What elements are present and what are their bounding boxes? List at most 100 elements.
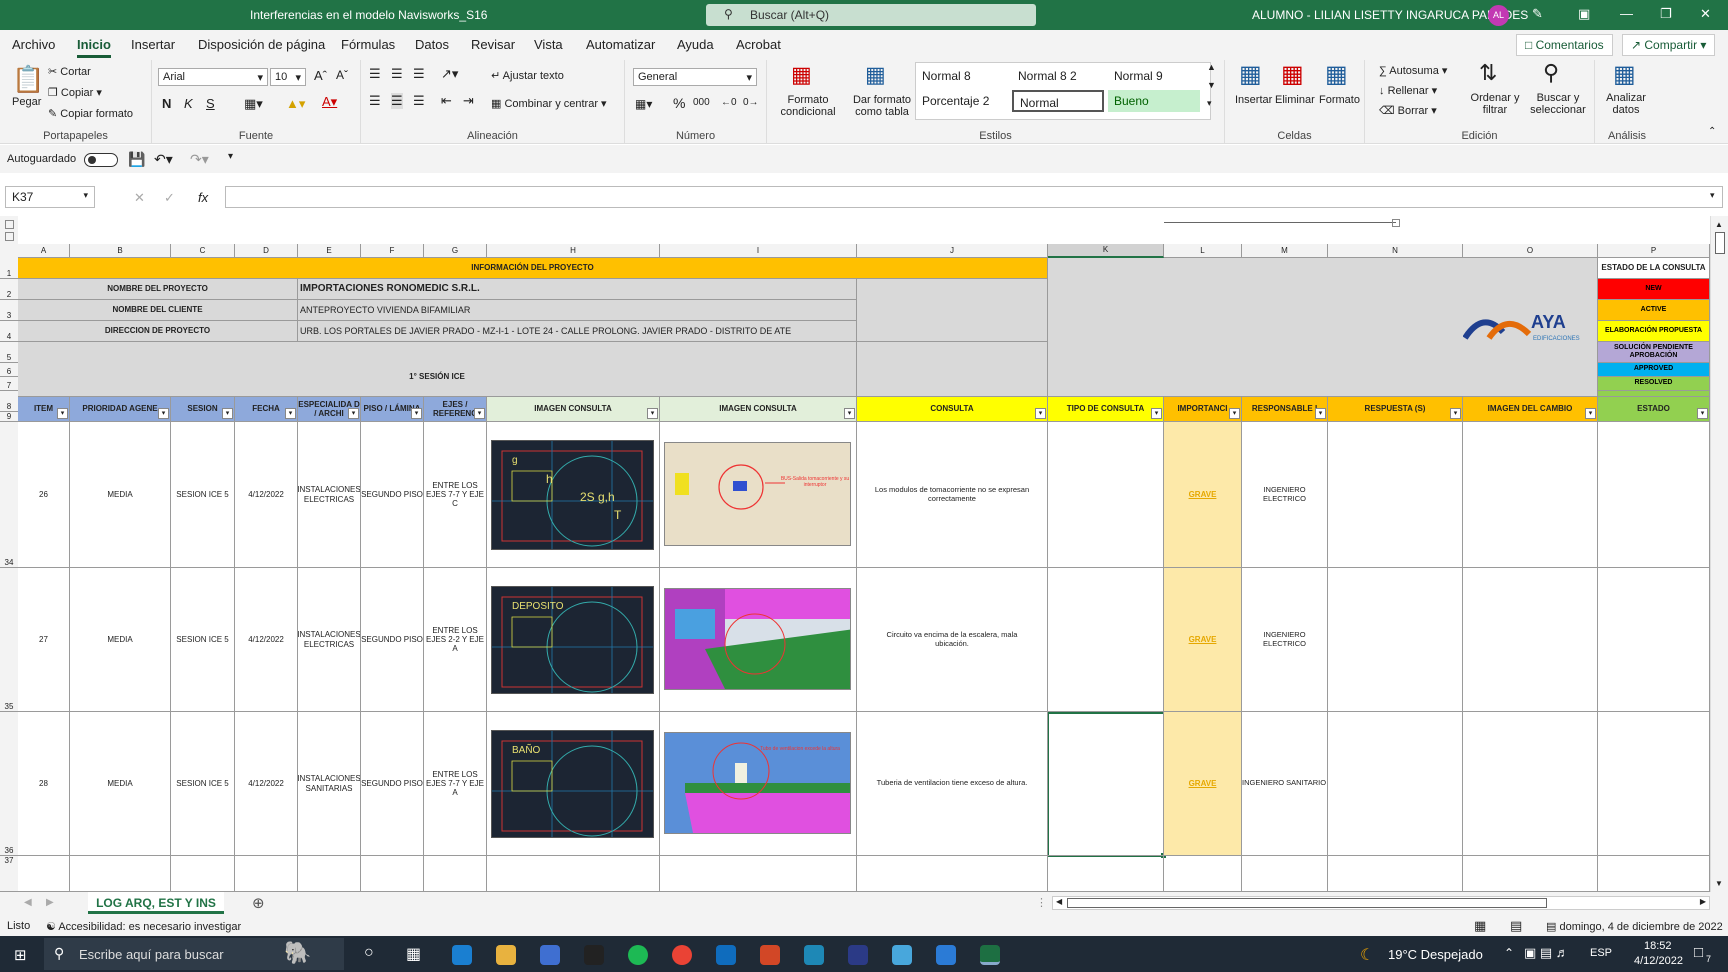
outline-collapse-button[interactable] — [1392, 219, 1400, 227]
status-pendiente[interactable]: SOLUCIÓN PENDIENTE APROBACIÓN — [1598, 342, 1710, 363]
filter-dropdown-icon[interactable]: ▾ — [1450, 408, 1461, 419]
fill-color-icon[interactable]: ▲▾ — [286, 96, 305, 112]
cell-empty[interactable]: BUS-Salida tomacorriente y su interrupto… — [660, 422, 857, 568]
insert-function-icon[interactable]: fx — [198, 190, 208, 205]
underline-button[interactable]: S — [206, 96, 215, 111]
tab-formulas[interactable]: Fórmulas — [341, 37, 395, 52]
row-number[interactable]: 9 — [0, 412, 18, 422]
ribbon-display-icon[interactable]: ▣ — [1578, 6, 1590, 22]
status-resolved[interactable]: RESOLVED — [1598, 377, 1710, 391]
clear-button[interactable]: ⌫ Borrar ▾ — [1379, 104, 1437, 117]
find-select-button[interactable]: Buscar y seleccionar — [1525, 92, 1591, 116]
clock-date[interactable]: 4/12/2022 — [1634, 955, 1683, 967]
cell-priority[interactable]: MEDIA — [70, 568, 171, 712]
vertical-scrollbar[interactable]: ▲ ▼ — [1710, 216, 1728, 892]
header-piso[interactable]: PISO / LÁMINA ▾ — [361, 396, 424, 422]
minimize-icon[interactable]: — — [1620, 6, 1633, 21]
cell-empty[interactable] — [70, 856, 171, 892]
row-number[interactable]: 36 — [0, 712, 18, 856]
cell-empty[interactable] — [1598, 568, 1710, 712]
edge-icon[interactable] — [452, 945, 472, 965]
info-title[interactable]: INFORMACIÓN DEL PROYECTO — [18, 258, 1048, 279]
conditional-format-button[interactable]: Formato condicional — [775, 94, 841, 118]
outline-level-2-button[interactable] — [5, 232, 14, 241]
scroll-thumb[interactable] — [1067, 898, 1547, 908]
cell-date[interactable]: 4/12/2022 — [235, 712, 298, 856]
cell-empty[interactable] — [857, 856, 1048, 892]
header-especialidad[interactable]: ESPECIALIDA D / ARCHI ▾ — [298, 396, 361, 422]
col-header-J[interactable]: J — [857, 244, 1048, 258]
col-header-I[interactable]: I — [660, 244, 857, 258]
cell-empty[interactable] — [1048, 568, 1164, 712]
insert-button[interactable]: Insertar — [1235, 94, 1272, 106]
filter-dropdown-icon[interactable]: ▾ — [1229, 408, 1240, 419]
filter-dropdown-icon[interactable]: ▾ — [222, 408, 233, 419]
sort-filter-button[interactable]: Ordenar y filtrar — [1469, 92, 1521, 116]
decrease-decimal-icon[interactable]: 0→ — [743, 97, 759, 108]
scroll-up-icon[interactable]: ▲ — [1715, 220, 1723, 229]
analyze-data-icon[interactable]: ▦ — [1613, 60, 1636, 89]
cell-empty[interactable] — [1598, 856, 1710, 892]
tab-disposicion[interactable]: Disposición de página — [198, 37, 325, 52]
style-normal-9[interactable]: Normal 9 — [1108, 65, 1200, 87]
row-number[interactable]: 5 — [0, 342, 18, 363]
col-header-E[interactable]: E — [298, 244, 361, 258]
cell-responsible[interactable]: INGENIERO SANITARIO — [1242, 712, 1328, 856]
navisworks-icon[interactable] — [936, 945, 956, 965]
filter-dropdown-icon[interactable]: ▾ — [1697, 408, 1708, 419]
row-number[interactable]: 35 — [0, 568, 18, 712]
borders-icon[interactable]: ▦▾ — [244, 96, 263, 112]
address-value[interactable]: URB. LOS PORTALES DE JAVIER PRADO - MZ-I… — [298, 321, 857, 342]
acrobat-icon[interactable] — [584, 945, 604, 965]
cell-session[interactable]: SESION ICE 5 — [171, 568, 235, 712]
tab-archivo[interactable]: Archivo — [12, 37, 55, 52]
cell-query[interactable]: Tuberia de ventilacion tiene exceso de a… — [857, 712, 1048, 856]
excel-icon[interactable] — [980, 945, 1000, 965]
font-name-select[interactable]: Arial ▾ — [158, 68, 268, 86]
filter-dropdown-icon[interactable]: ▾ — [1585, 408, 1596, 419]
paste-icon[interactable]: 📋 — [12, 64, 44, 95]
powerpoint-icon[interactable] — [760, 945, 780, 965]
col-header-A[interactable]: A — [18, 244, 70, 258]
format-cells-icon[interactable]: ▦ — [1325, 60, 1348, 89]
align-left-icon[interactable]: ☰ — [369, 93, 381, 109]
bold-button[interactable]: N — [162, 96, 171, 111]
outline-level-1-button[interactable] — [5, 220, 14, 229]
style-porcentaje-2[interactable]: Porcentaje 2 — [916, 90, 1008, 112]
filter-dropdown-icon[interactable]: ▾ — [285, 408, 296, 419]
cell-empty[interactable]: BAÑO — [487, 712, 660, 856]
increase-decimal-icon[interactable]: ←0 — [721, 97, 737, 108]
cell-importance[interactable]: GRAVE — [1164, 568, 1242, 712]
page-layout-icon[interactable]: ▤ — [1510, 918, 1522, 934]
find-icon[interactable]: ⚲ — [1543, 60, 1559, 86]
status-new[interactable]: NEW — [1598, 279, 1710, 300]
windows-start-icon[interactable]: ⊞ — [14, 946, 27, 964]
header-estado[interactable]: ESTADO ▾ — [1598, 396, 1710, 422]
number-format-select[interactable]: General ▾ — [633, 68, 757, 86]
cell-importance[interactable]: GRAVE — [1164, 712, 1242, 856]
cell-axes[interactable]: ENTRE LOS EJES 2-2 Y EJE A — [424, 568, 487, 712]
row-number[interactable]: 1 — [0, 258, 18, 279]
avatar[interactable]: AL — [1488, 5, 1509, 26]
cell-empty[interactable] — [1598, 422, 1710, 568]
tab-inicio[interactable]: Inicio — [77, 37, 111, 58]
delete-cells-icon[interactable]: ▦ — [1281, 60, 1304, 89]
filter-dropdown-icon[interactable]: ▾ — [647, 408, 658, 419]
filter-dropdown-icon[interactable]: ▾ — [348, 408, 359, 419]
clock-time[interactable]: 18:52 — [1644, 940, 1672, 952]
filter-dropdown-icon[interactable]: ▾ — [844, 408, 855, 419]
cell-empty[interactable] — [1242, 856, 1328, 892]
cell-item[interactable]: 26 — [18, 422, 70, 568]
row-number[interactable]: 6 — [0, 363, 18, 377]
customize-qat-icon[interactable]: ▾ — [228, 151, 233, 162]
tab-automatizar[interactable]: Automatizar — [586, 37, 655, 52]
scroll-up-icon[interactable]: ▲ — [1207, 62, 1216, 72]
normal-view-icon[interactable]: ▦ — [1474, 918, 1486, 934]
file-explorer-icon[interactable] — [496, 945, 516, 965]
expand-formula-icon[interactable]: ▾ — [1710, 190, 1715, 201]
enter-icon[interactable]: ✓ — [164, 190, 175, 206]
col-header-O[interactable]: O — [1463, 244, 1598, 258]
tab-vista[interactable]: Vista — [534, 37, 563, 52]
header-imagen-consulta-1[interactable]: IMAGEN CONSULTA ▾ — [487, 396, 660, 422]
col-header-G[interactable]: G — [424, 244, 487, 258]
